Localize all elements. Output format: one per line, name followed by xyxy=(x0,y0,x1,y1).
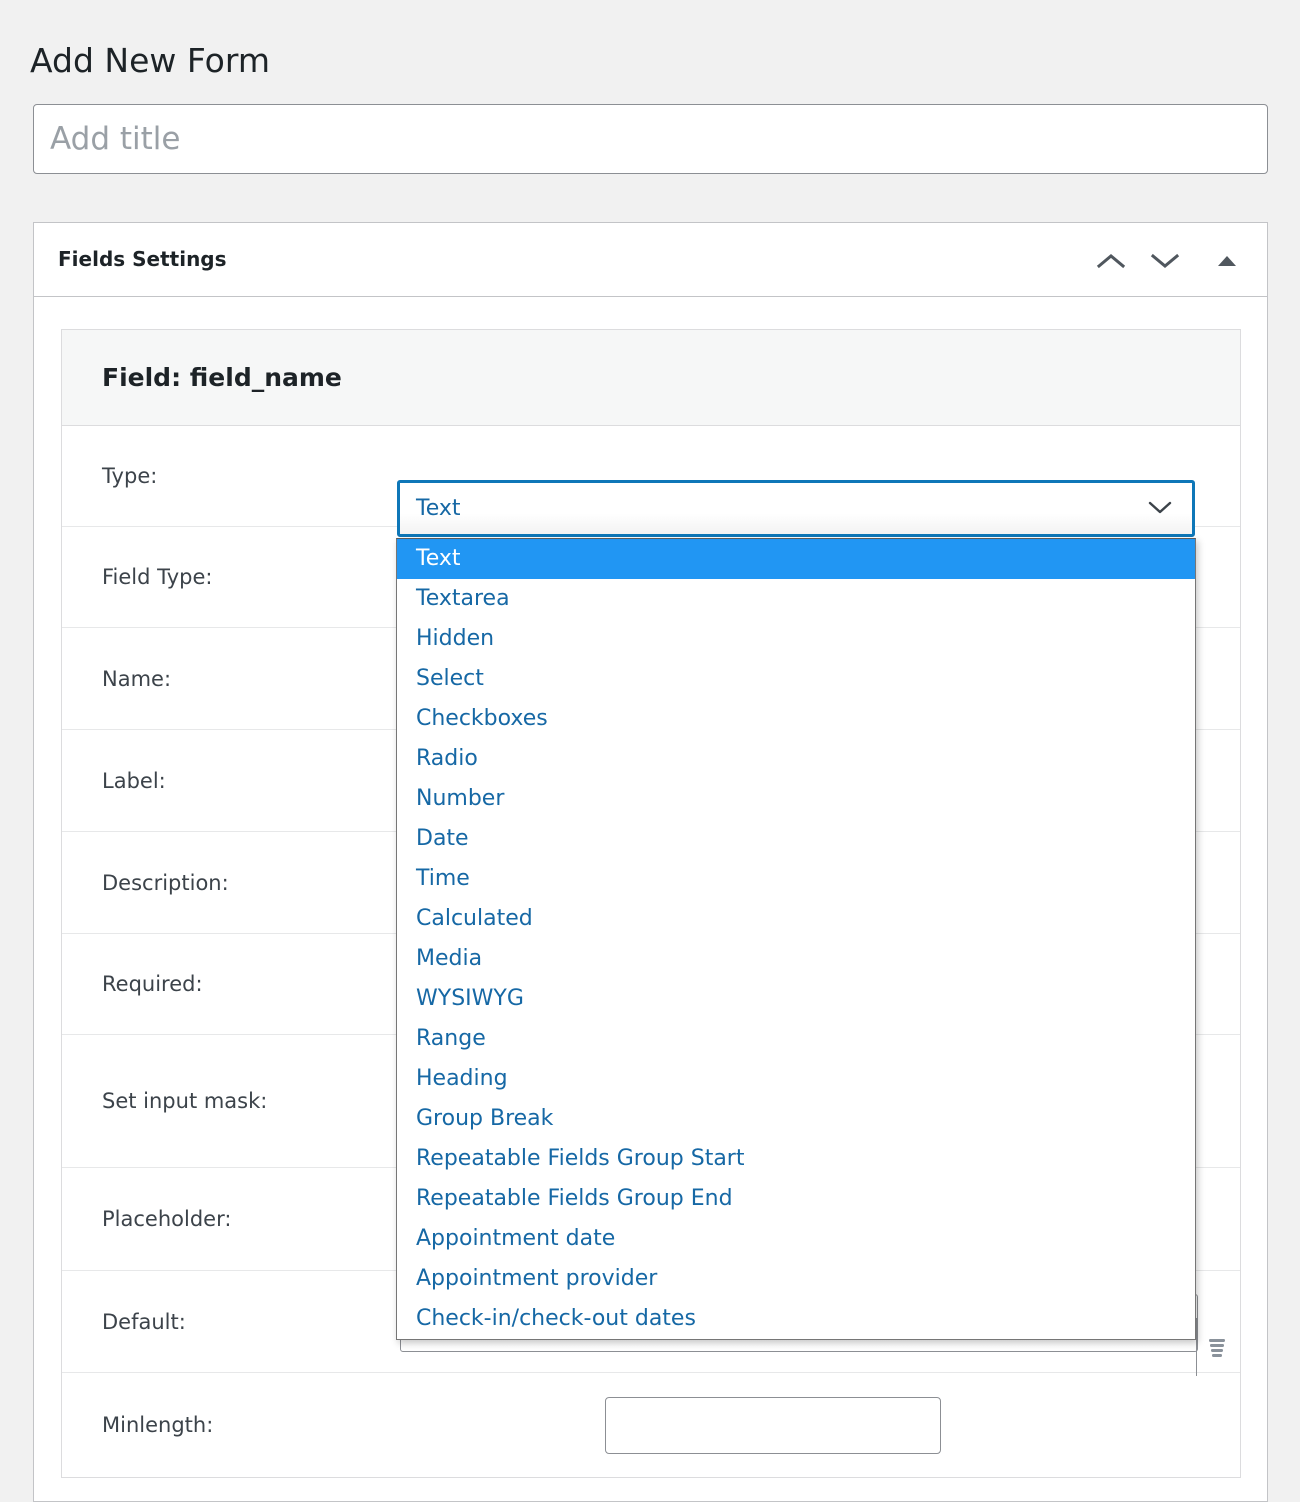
dropdown-option[interactable]: Text xyxy=(397,539,1195,579)
chevron-down-icon[interactable] xyxy=(1145,241,1185,281)
dropdown-option[interactable]: Select xyxy=(397,659,1195,699)
dropdown-option[interactable]: Hidden xyxy=(397,619,1195,659)
row-label-required: Required: xyxy=(102,972,203,996)
row-label-name: Name: xyxy=(102,666,172,691)
dropdown-option[interactable]: Time xyxy=(397,859,1195,899)
row-label-placeholder: Placeholder: xyxy=(102,1207,232,1231)
dropdown-option[interactable]: Repeatable Fields Group Start xyxy=(397,1139,1195,1179)
row-label-minlength: Minlength: xyxy=(102,1413,214,1437)
dropdown-option[interactable]: Textarea xyxy=(397,579,1195,619)
dropdown-option[interactable]: Range xyxy=(397,1019,1195,1059)
page-title: Add New Form xyxy=(30,41,270,81)
dropdown-option[interactable]: Radio xyxy=(397,739,1195,779)
dropdown-option[interactable]: Check-in/check-out dates xyxy=(397,1299,1195,1339)
triangle-up-icon[interactable] xyxy=(1207,241,1247,281)
chevron-down-icon xyxy=(1146,498,1174,520)
dropdown-option[interactable]: Checkboxes xyxy=(397,699,1195,739)
dropdown-option[interactable]: Number xyxy=(397,779,1195,819)
resize-grip-icon[interactable] xyxy=(1196,1317,1236,1376)
type-select-wrapper: Text Text Textarea Hidden Select Checkbo… xyxy=(396,480,1196,1340)
type-select[interactable]: Text xyxy=(397,480,1195,537)
dropdown-option[interactable]: Heading xyxy=(397,1059,1195,1099)
dropdown-option[interactable]: Calculated xyxy=(397,899,1195,939)
row-label-set-input-mask: Set input mask: xyxy=(102,1089,268,1113)
dropdown-option[interactable]: Group Break xyxy=(397,1099,1195,1139)
row-label-type: Type: xyxy=(102,464,158,488)
row-label-label: Label: xyxy=(102,768,166,793)
form-title-input[interactable] xyxy=(33,104,1268,174)
dropdown-option[interactable]: Repeatable Fields Group End xyxy=(397,1179,1195,1219)
type-select-value: Text xyxy=(416,496,461,521)
dropdown-option[interactable]: Appointment date xyxy=(397,1219,1195,1259)
metabox-header: Fields Settings xyxy=(34,223,1267,297)
row-label-description: Description: xyxy=(102,870,229,895)
row-minlength: Minlength: xyxy=(62,1373,1240,1477)
type-select-dropdown[interactable]: Text Textarea Hidden Select Checkboxes R… xyxy=(396,538,1196,1340)
chevron-up-icon[interactable] xyxy=(1091,241,1131,281)
field-box-header: Field: field_name xyxy=(62,330,1240,426)
dropdown-option[interactable]: WYSIWYG xyxy=(397,979,1195,1019)
field-box-title: Field: field_name xyxy=(102,363,342,392)
minlength-input[interactable] xyxy=(605,1397,941,1454)
dropdown-option[interactable]: Media xyxy=(397,939,1195,979)
metabox-title: Fields Settings xyxy=(58,247,227,271)
dropdown-option[interactable]: Appointment provider xyxy=(397,1259,1195,1299)
dropdown-option[interactable]: Date xyxy=(397,819,1195,859)
row-label-field-type: Field Type: xyxy=(102,565,213,589)
row-label-default: Default: xyxy=(102,1309,186,1334)
